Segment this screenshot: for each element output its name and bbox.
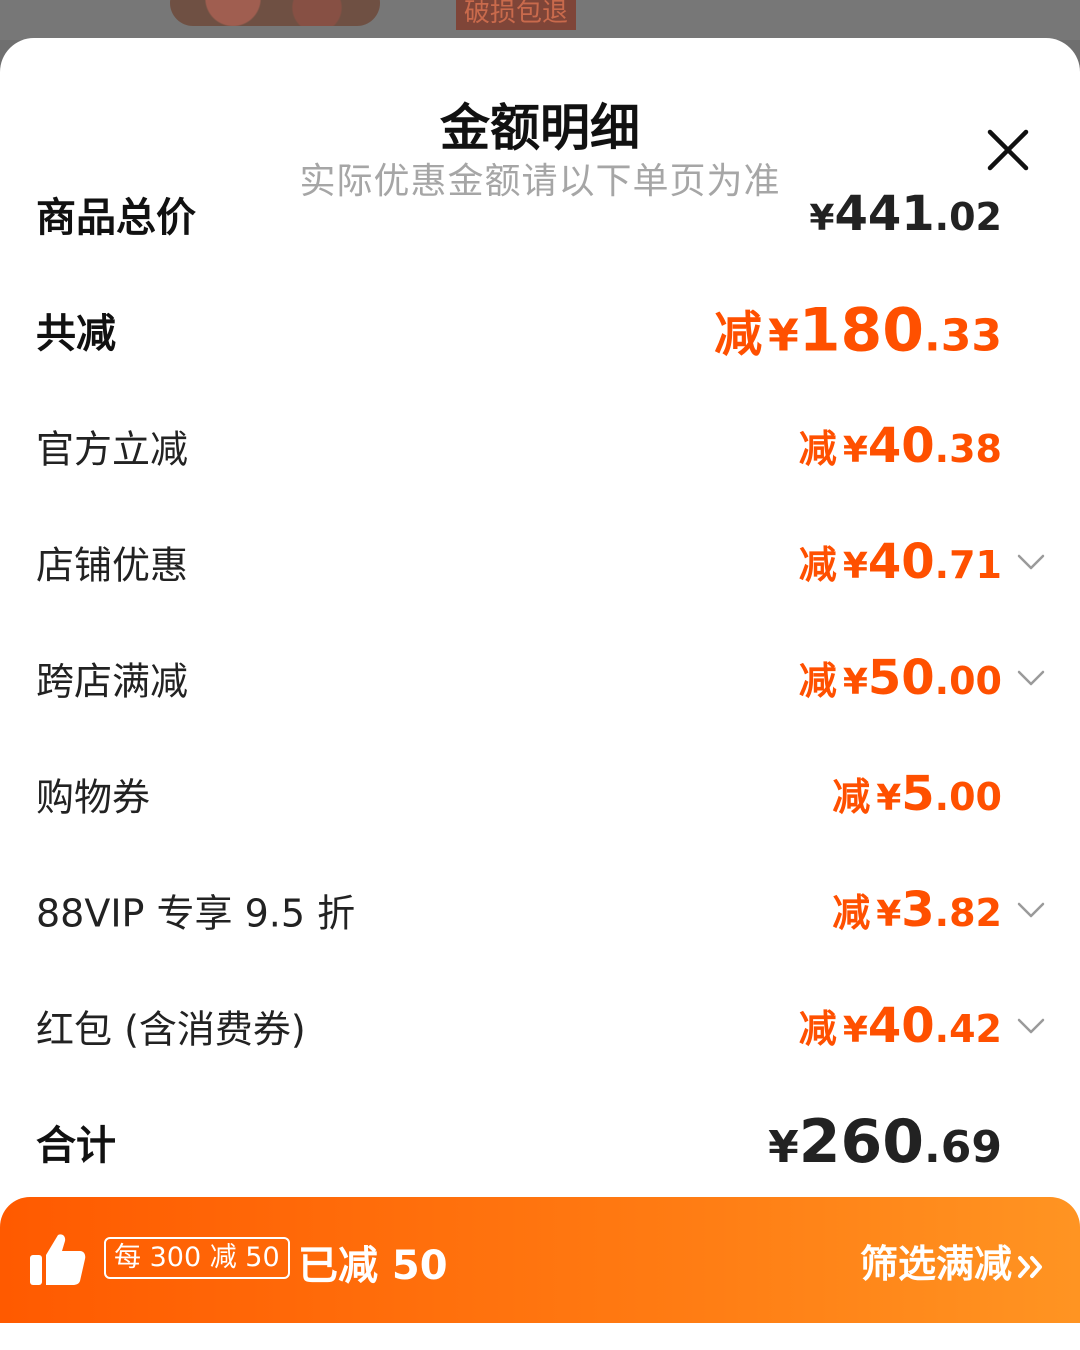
background-product-strip: 破损包退: [0, 0, 1080, 40]
official-discount-value: 减 ¥40.38: [798, 418, 1002, 474]
close-button[interactable]: [980, 122, 1036, 178]
double-chevron-right-icon: [1018, 1255, 1042, 1278]
amount-detail-sheet: 金额明细 实际优惠金额请以下单页为准 商品总价 ¥441.02 共减 减 ¥180…: [0, 38, 1080, 1350]
filter-discount-button[interactable]: 筛选满减: [860, 1233, 1046, 1288]
total-row: 合计 ¥260.69: [0, 1102, 1080, 1182]
bottom-area: [0, 1323, 1080, 1350]
store-discount-label: 店铺优惠: [36, 543, 189, 588]
sheet-title: 金额明细: [440, 99, 640, 157]
thumbs-up-icon: [30, 1234, 86, 1285]
total-value: ¥260.69: [768, 1107, 1002, 1177]
red-packet-label: 红包 (含消费券): [36, 1007, 306, 1052]
subtotal-label: 商品总价: [36, 195, 196, 241]
vip-discount-value: 减 ¥3.82: [832, 882, 1002, 938]
store-discount-row[interactable]: 店铺优惠 减 ¥40.71: [0, 522, 1080, 602]
red-packet-row[interactable]: 红包 (含消费券) 减 ¥40.42: [0, 986, 1080, 1066]
vip-discount-label: 88VIP 专享 9.5 折: [36, 891, 356, 936]
official-discount-row: 官方立减 减 ¥40.38: [0, 406, 1080, 486]
total-discount-row: 共减 减 ¥180.33: [0, 290, 1080, 370]
cross-store-discount-value: 减 ¥50.00: [798, 650, 1002, 706]
subtotal-row: 商品总价 ¥441.02: [0, 174, 1080, 254]
subtotal-value: ¥441.02: [809, 186, 1002, 242]
total-discount-value: 减 ¥180.33: [714, 295, 1002, 366]
filter-discount-label: 筛选满减: [859, 1242, 1012, 1286]
cross-store-discount-row[interactable]: 跨店满减 减 ¥50.00: [0, 638, 1080, 718]
vip-discount-row[interactable]: 88VIP 专享 9.5 折 减 ¥3.82: [0, 870, 1080, 950]
red-packet-value: 减 ¥40.42: [798, 998, 1002, 1054]
return-policy-tag: 破损包退: [456, 0, 577, 30]
promo-rule-tag: 每 300 减 50: [104, 1237, 290, 1279]
total-discount-label: 共减: [36, 311, 116, 357]
shopping-voucher-value: 减 ¥5.00: [832, 766, 1002, 822]
total-label: 合计: [36, 1123, 116, 1169]
chevron-down-icon[interactable]: [1016, 900, 1046, 920]
shopping-voucher-label: 购物券: [36, 775, 151, 820]
product-thumbnail: [170, 0, 380, 26]
store-discount-value: 减 ¥40.71: [798, 534, 1002, 590]
promo-applied-text: 已减 50: [298, 1243, 448, 1289]
chevron-down-icon[interactable]: [1016, 1016, 1046, 1036]
chevron-down-icon[interactable]: [1016, 668, 1046, 688]
promo-bar: 每 300 减 50 已减 50 筛选满减: [0, 1197, 1080, 1323]
cross-store-discount-label: 跨店满减: [36, 659, 189, 704]
shopping-voucher-row: 购物券 减 ¥5.00: [0, 754, 1080, 834]
close-icon: [987, 129, 1029, 171]
official-discount-label: 官方立减: [36, 427, 189, 472]
chevron-down-icon[interactable]: [1016, 552, 1046, 572]
